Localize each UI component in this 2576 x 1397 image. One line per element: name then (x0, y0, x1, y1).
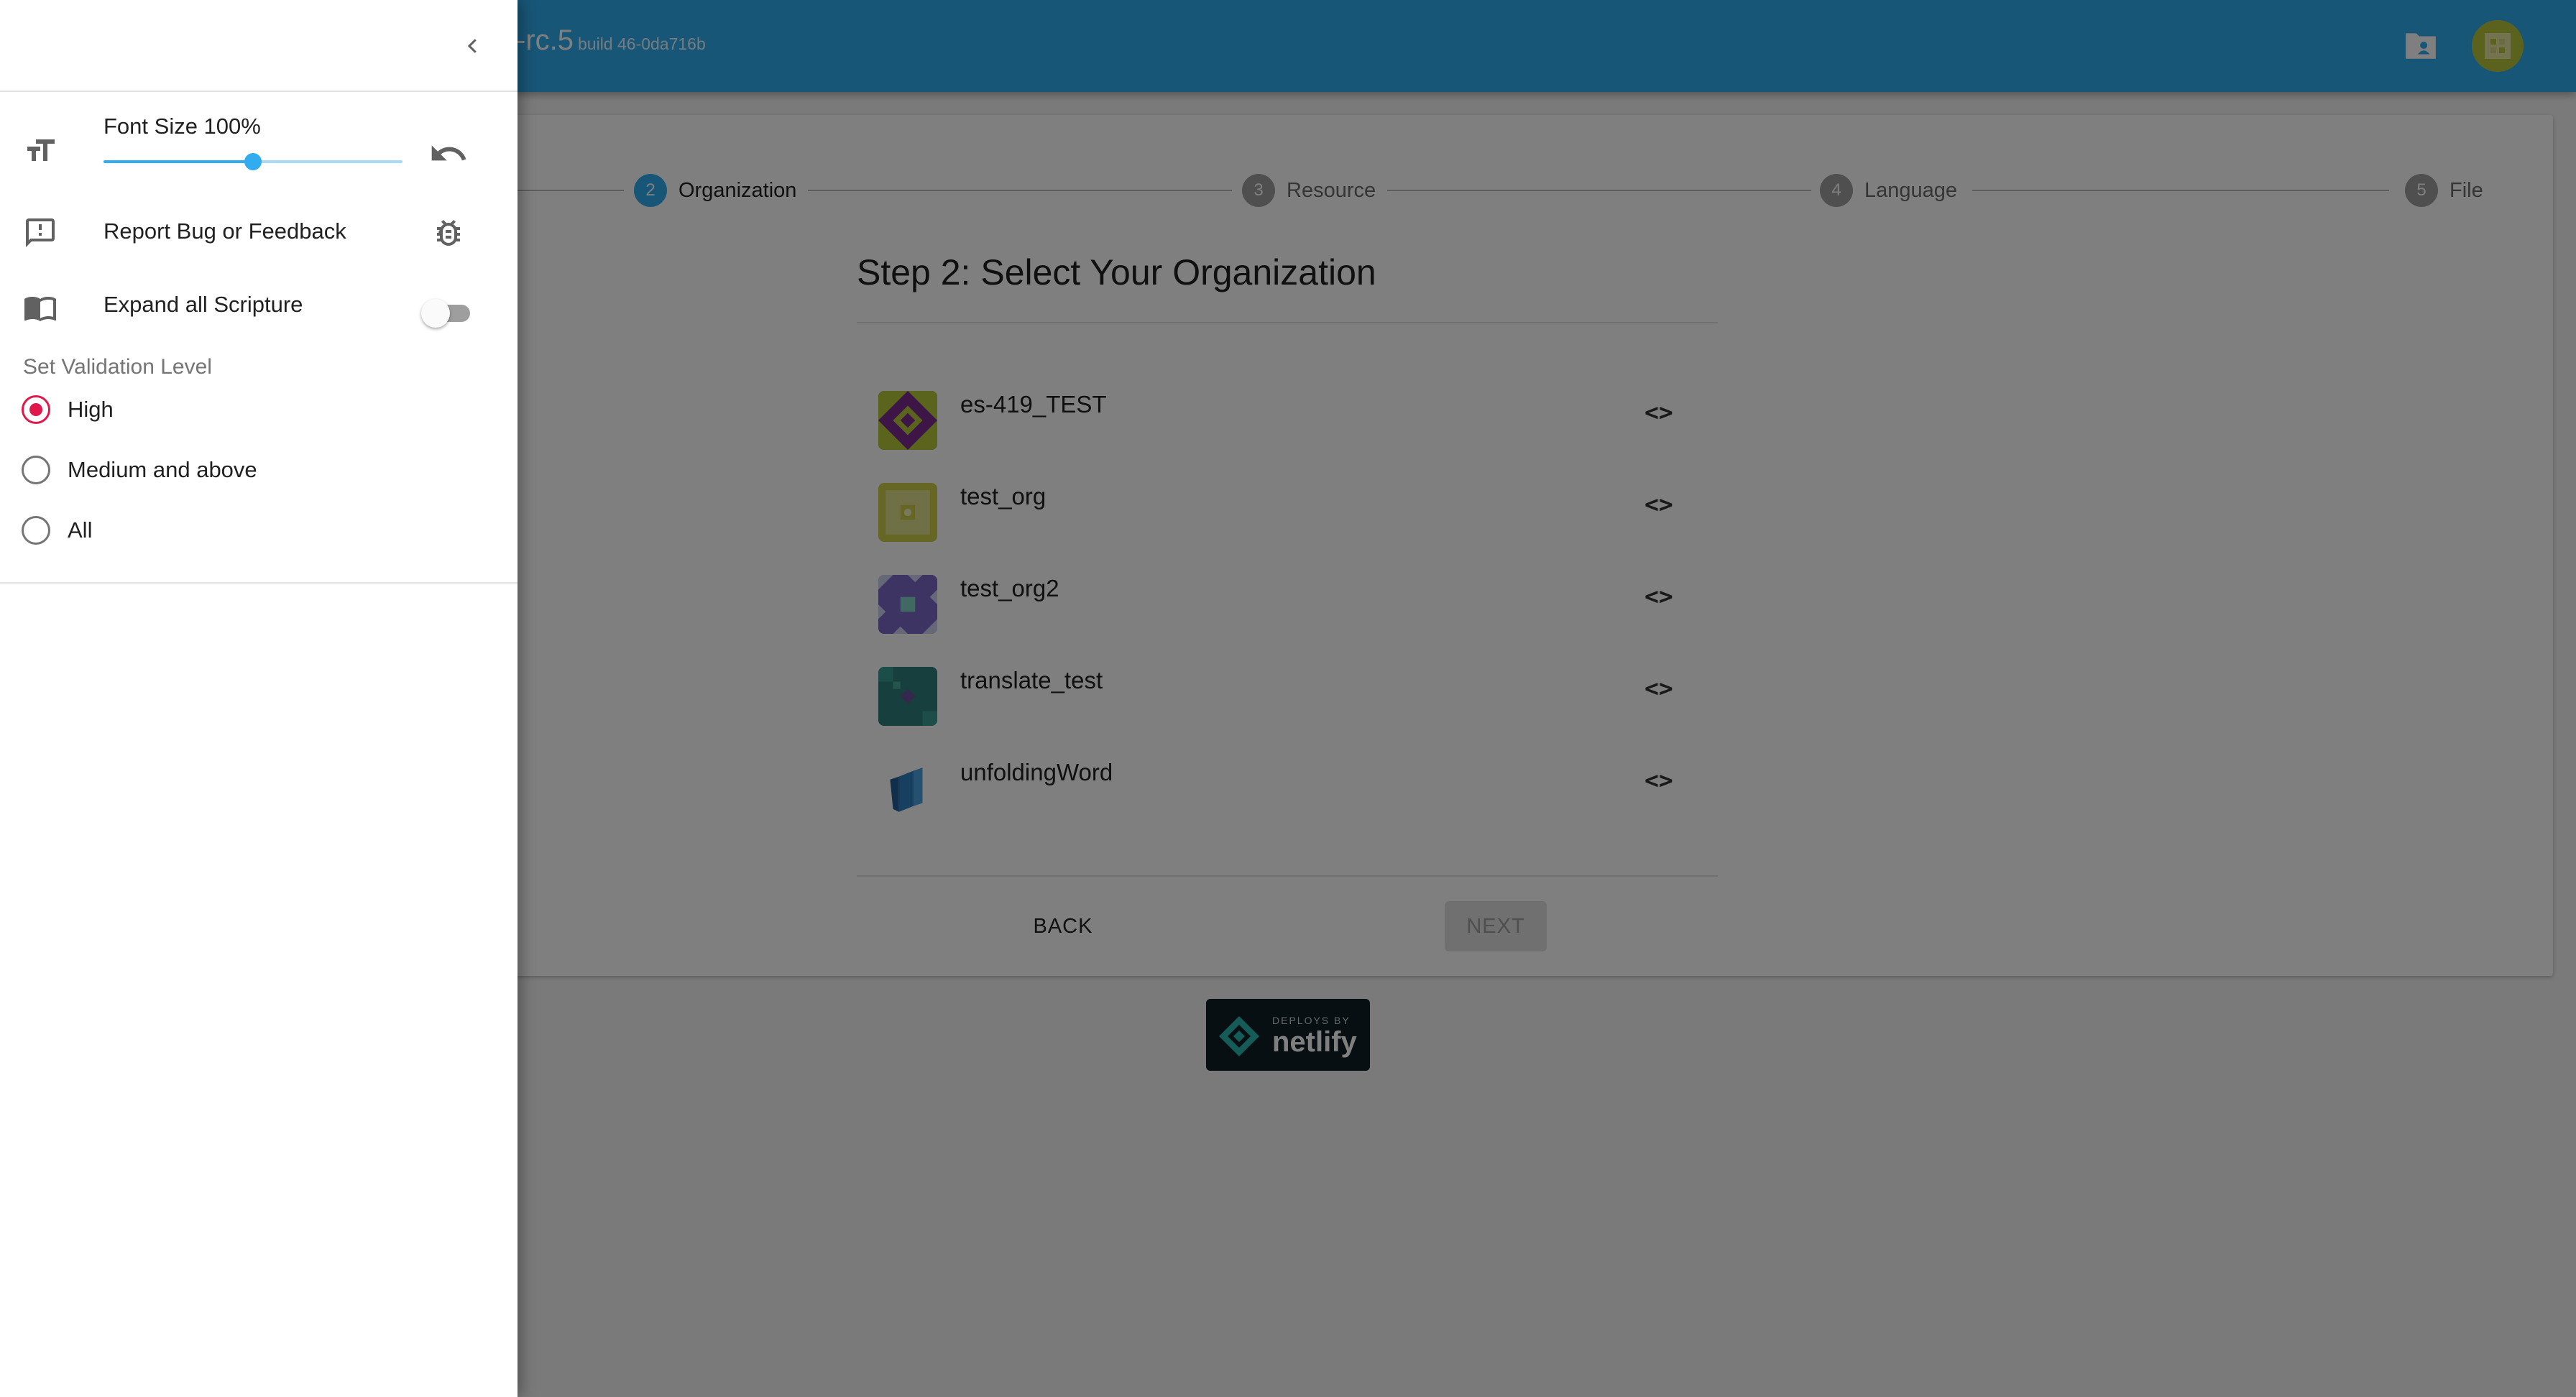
radio-button[interactable] (22, 456, 50, 484)
chevron-left-icon[interactable] (453, 26, 493, 66)
slider-fill (104, 160, 253, 163)
undo-icon[interactable] (428, 134, 469, 174)
radio-label: All (68, 517, 93, 543)
radio-button[interactable] (22, 395, 50, 424)
radio-button[interactable] (22, 516, 50, 545)
radio-high[interactable]: High (22, 392, 114, 427)
radio-medium[interactable]: Medium and above (22, 453, 257, 487)
font-size-slider[interactable] (104, 151, 402, 172)
divider (0, 582, 518, 584)
feedback-icon (23, 216, 58, 250)
format-size-icon (23, 134, 58, 168)
font-size-label: Font Size 100% (104, 114, 261, 139)
settings-drawer: Font Size 100% Report Bug or Feedback Ex… (0, 0, 518, 1397)
drawer-header (0, 0, 518, 92)
toggle-thumb[interactable] (421, 299, 450, 328)
menu-book-icon (23, 290, 58, 325)
report-bug-label[interactable]: Report Bug or Feedback (104, 218, 346, 244)
validation-level-label: Set Validation Level (23, 355, 212, 379)
radio-label: High (68, 397, 114, 422)
expand-scripture-label: Expand all Scripture (104, 292, 303, 317)
radio-all[interactable]: All (22, 513, 92, 548)
slider-thumb[interactable] (244, 153, 262, 170)
radio-label: Medium and above (68, 457, 257, 482)
bug-icon[interactable] (431, 216, 466, 250)
expand-scripture-toggle[interactable] (421, 295, 479, 328)
